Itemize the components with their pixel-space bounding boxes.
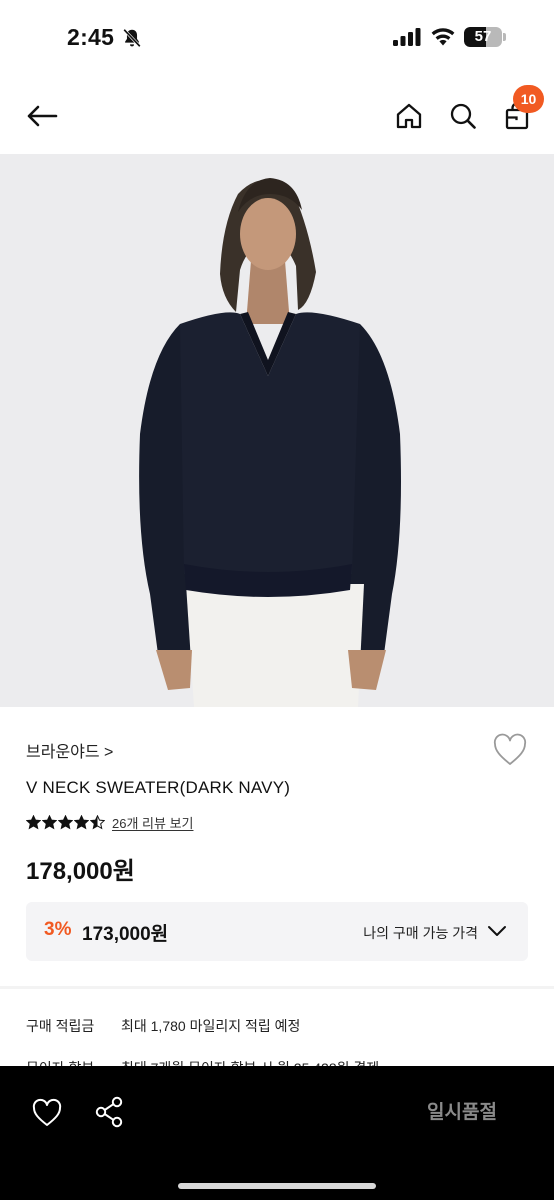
star-icon [90,814,105,829]
discount-price: 173,000원 [82,924,169,945]
status-bar: 2:45 57 [0,0,554,76]
review-link[interactable]: 26개 리뷰 보기 [112,813,193,832]
star-rating [26,814,105,830]
star-icon [58,814,73,829]
section-divider [0,986,554,989]
home-button[interactable] [390,96,428,136]
product-photo [0,154,554,707]
star-icon [74,814,89,829]
my-price-dropdown[interactable]: 3% 173,000원 나의 구매 가능 가격 [26,902,528,961]
rating-row: 26개 리뷰 보기 [26,813,193,831]
benefit-row: 구매 적립금 최대 1,780 마일리지 적립 예정 [26,1016,300,1036]
top-nav-bar [0,76,554,154]
discount-rate: 3% [44,919,72,940]
my-price-label: 나의 구매 가능 가격 [363,925,478,941]
share-icon[interactable] [93,1095,125,1129]
star-icon [42,814,57,829]
cellular-signal-icon [393,28,421,46]
cart-count-badge: 10 [513,85,544,113]
back-arrow-icon [27,105,58,127]
benefit-label: 구매 적립금 [26,1018,95,1034]
wifi-icon [431,28,455,46]
brand-link[interactable]: 브라운야드 > [26,738,113,762]
star-icon [26,814,41,829]
status-time: 2:45 [67,24,115,50]
chevron-down-icon [488,926,506,936]
back-button[interactable] [22,96,62,136]
search-icon [450,103,476,129]
battery-level: 57 [474,28,492,45]
heart-icon[interactable] [31,1098,63,1128]
bell-slash-icon [123,28,141,48]
battery-icon: 57 [464,27,506,47]
benefit-value: 최대 1,780 마일리지 적립 예정 [121,1018,301,1034]
product-image[interactable] [0,154,554,707]
home-indicator[interactable] [178,1183,376,1189]
home-icon [396,103,422,129]
product-name: V NECK SWEATER(DARK NAVY) [26,778,291,797]
bottom-action-bar: 일시품절 [0,1066,554,1200]
soldout-button[interactable]: 일시품절 [400,1096,524,1130]
search-button[interactable] [444,96,482,136]
wishlist-heart-icon[interactable] [492,733,528,767]
product-price: 178,000원 [26,858,135,885]
